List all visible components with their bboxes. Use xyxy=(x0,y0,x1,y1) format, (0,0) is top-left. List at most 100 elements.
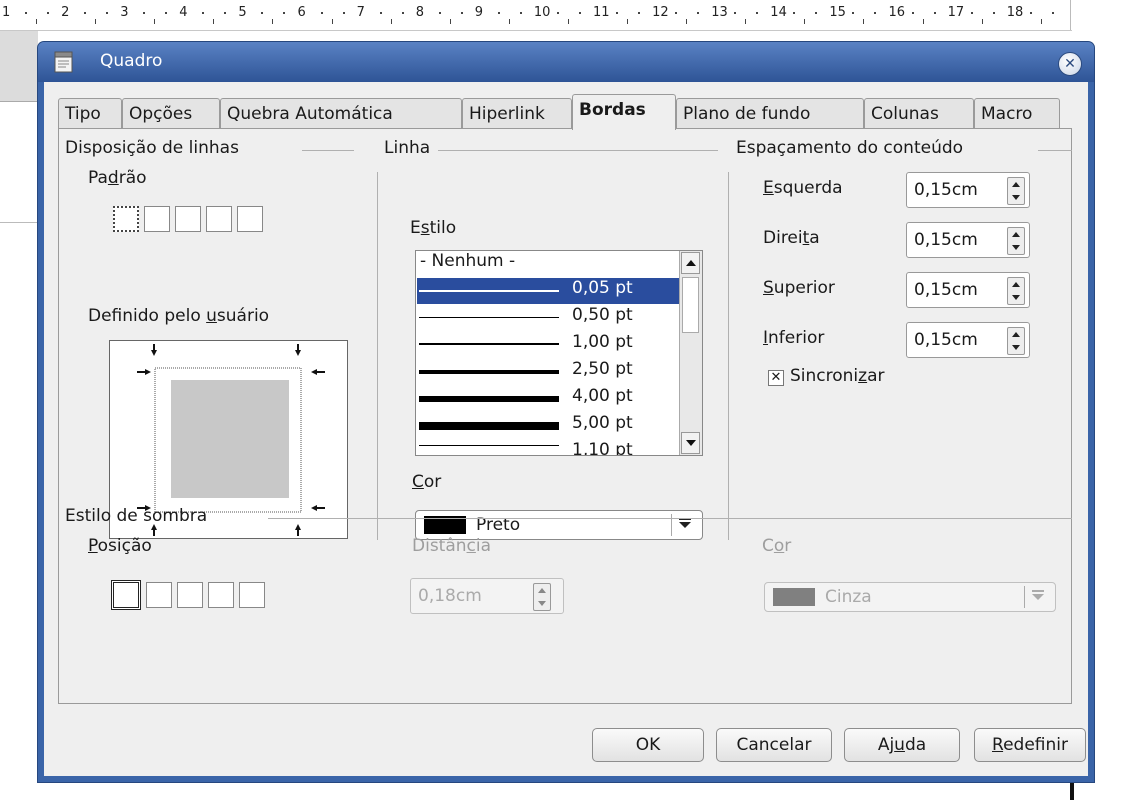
tab-quebra-automatica[interactable]: Quebra Automática xyxy=(220,98,462,128)
ruler-tick xyxy=(213,19,215,24)
document-margin xyxy=(0,31,38,102)
tab-bordas[interactable]: Bordas xyxy=(572,94,676,130)
synchronize-label[interactable]: Sincronizar xyxy=(790,366,885,386)
spin-buttons[interactable] xyxy=(1007,227,1025,255)
dialog-titlebar[interactable]: Quadro ✕ xyxy=(38,42,1094,82)
scroll-thumb[interactable] xyxy=(682,277,699,333)
synchronize-checkbox[interactable]: ✕ xyxy=(768,370,784,386)
ruler-tick xyxy=(224,12,227,14)
tab-macro[interactable]: Macro xyxy=(974,98,1060,128)
ruler-tick xyxy=(320,12,323,14)
section-rule xyxy=(268,518,1072,519)
ruler-tick xyxy=(852,12,855,14)
ruler-tick xyxy=(745,19,747,24)
shadow-none[interactable] xyxy=(111,580,141,610)
ruler-tick xyxy=(992,12,995,14)
line-sample xyxy=(419,317,559,318)
dropdown-arrow-icon[interactable] xyxy=(1024,586,1049,608)
section-rule xyxy=(1038,150,1072,151)
spin-buttons[interactable] xyxy=(1007,177,1025,205)
ruler-number: 7 xyxy=(356,5,365,20)
bottom-spacing-field[interactable]: 0,15cm xyxy=(906,322,1030,358)
top-spacing-field[interactable]: 0,15cm xyxy=(906,272,1030,308)
list-item[interactable]: 1,10 pt xyxy=(417,440,679,455)
right-spacing-field[interactable]: 0,15cm xyxy=(906,222,1030,258)
list-item[interactable]: 4,00 pt xyxy=(417,386,679,412)
ruler-tick xyxy=(106,12,109,14)
ruler-tick xyxy=(449,19,451,24)
ruler-tick xyxy=(508,19,510,24)
color-swatch xyxy=(773,588,815,606)
shadow-distance-field[interactable]: 0,18cm xyxy=(410,578,564,614)
frame-dialog-icon xyxy=(54,51,73,73)
ruler-number: 10 xyxy=(533,5,551,20)
ruler-number: 15 xyxy=(829,5,846,20)
scroll-up-icon[interactable] xyxy=(681,252,700,274)
ruler-tick xyxy=(981,19,983,24)
ruler-number: 3 xyxy=(120,5,129,20)
preset-no-border[interactable] xyxy=(113,206,139,232)
tab-colunas[interactable]: Colunas xyxy=(864,98,974,128)
ruler-tick xyxy=(1051,12,1054,14)
ruler-tick xyxy=(47,12,49,14)
preset-box-border[interactable] xyxy=(144,206,170,232)
list-item[interactable]: 2,50 pt xyxy=(417,359,679,385)
tab-plano-de-fundo[interactable]: Plano de fundo xyxy=(676,98,864,128)
close-icon[interactable]: ✕ xyxy=(1058,52,1082,76)
shadow-distance-label: Distância xyxy=(412,536,492,556)
preset-left-right[interactable] xyxy=(206,206,232,232)
ruler-number: 9 xyxy=(474,5,484,20)
ruler-tick xyxy=(815,12,818,14)
preset-box-inner[interactable] xyxy=(175,206,201,232)
shadow-top-left[interactable] xyxy=(239,582,265,608)
ruler-tick xyxy=(36,19,37,24)
tab-tipo[interactable]: Tipo xyxy=(58,98,122,128)
user-defined-label: Definido pelo usuário xyxy=(88,306,270,326)
left-spacing-label: Esquerda xyxy=(763,178,843,198)
frame-dialog: Quadro ✕ Tipo Opções Quebra Automática H… xyxy=(38,42,1094,782)
horizontal-ruler[interactable]: 1 2 3 4 5 6 7 8 9 10 11 12 13 14 15 16 17 18 xyxy=(0,0,1072,31)
list-item[interactable]: - Nenhum - xyxy=(417,251,679,277)
line-arrangement-heading: Disposição de linhas xyxy=(65,138,239,158)
shadow-top-right[interactable] xyxy=(177,582,203,608)
right-spacing-label: Direita xyxy=(763,228,820,248)
preset-left-only[interactable] xyxy=(237,206,263,232)
list-item[interactable]: 5,00 pt xyxy=(417,413,679,439)
list-item[interactable]: 1,00 pt xyxy=(417,332,679,358)
cancel-button[interactable]: Cancelar xyxy=(716,728,832,762)
ruler-tick xyxy=(793,12,796,14)
spin-buttons[interactable] xyxy=(1007,327,1025,355)
shadow-color-dropdown[interactable]: Cinza xyxy=(764,582,1056,612)
shadow-bottom-right[interactable] xyxy=(146,582,172,608)
ruler-tick xyxy=(84,12,87,14)
list-item-selected[interactable]: 0,05 pt xyxy=(417,278,679,304)
ruler-number: 5 xyxy=(238,5,247,20)
shadow-heading: Estilo de sombra xyxy=(65,506,208,526)
ruler-tick xyxy=(804,19,806,24)
reset-button[interactable]: Redefinir xyxy=(974,728,1086,762)
list-scrollbar[interactable] xyxy=(679,251,702,455)
list-item[interactable]: 0,50 pt xyxy=(417,305,679,331)
ruler-number: 8 xyxy=(415,5,424,20)
ruler-tick xyxy=(331,19,333,24)
left-spacing-field[interactable]: 0,15cm xyxy=(906,172,1030,208)
ruler-tick xyxy=(401,12,404,14)
tab-hiperlink[interactable]: Hiperlink xyxy=(462,98,572,128)
ok-button[interactable]: OK xyxy=(592,728,704,762)
ruler-tick xyxy=(283,12,286,14)
style-label: Estilo xyxy=(410,218,457,238)
ruler-tick xyxy=(95,19,97,24)
ruler-tick xyxy=(25,12,27,14)
ruler-tick xyxy=(165,12,168,14)
help-button[interactable]: Ajuda xyxy=(844,728,960,762)
spin-buttons[interactable] xyxy=(1007,277,1025,305)
spin-buttons[interactable] xyxy=(533,583,551,611)
ruler-tick xyxy=(272,19,274,24)
shadow-color-value: Cinza xyxy=(825,587,872,607)
shadow-bottom-left[interactable] xyxy=(208,582,234,608)
line-style-list[interactable]: - Nenhum - 0,05 pt 0,50 pt 1,00 pt 2,50 … xyxy=(415,250,703,456)
tab-opcoes[interactable]: Opções xyxy=(122,98,220,128)
scroll-down-icon[interactable] xyxy=(681,432,700,454)
ruler-tick xyxy=(933,12,936,14)
section-rule xyxy=(438,150,718,151)
